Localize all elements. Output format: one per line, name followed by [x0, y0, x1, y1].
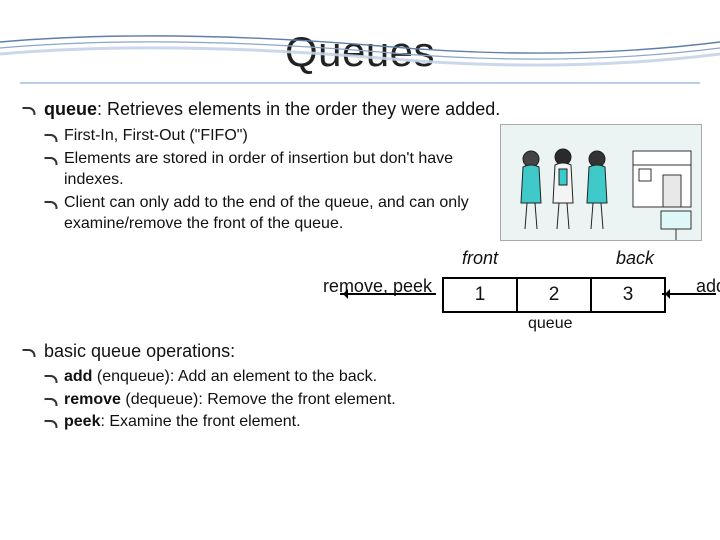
- sub-list-top: First-In, First-Out ("FIFO") Elements ar…: [44, 124, 490, 236]
- queue-illustration: [500, 124, 702, 241]
- kw-add: add: [64, 368, 92, 385]
- queue-def-text: : Retrieves elements in the order they w…: [97, 99, 500, 119]
- op-remove: remove (dequeue): Remove the front eleme…: [44, 390, 702, 411]
- diagram-caption: queue: [528, 314, 573, 335]
- title-underline: [20, 82, 700, 84]
- ops-list: add (enqueue): Add an element to the bac…: [44, 367, 702, 433]
- bullet-basic-ops: basic queue operations:: [22, 340, 702, 363]
- queue-diagram: front back remove, peek add 1 2 3 queue: [22, 247, 720, 337]
- op-peek: peek: Examine the front element.: [44, 412, 702, 433]
- op-add: add (enqueue): Add an element to the bac…: [44, 367, 702, 388]
- queue-cell: 1: [444, 279, 518, 311]
- queue-cell: 3: [592, 279, 664, 311]
- kw-remove: remove: [64, 391, 121, 408]
- queue-cell: 2: [518, 279, 592, 311]
- queue-boxes: 1 2 3: [442, 277, 666, 313]
- op-add-text: (enqueue): Add an element to the back.: [92, 368, 377, 385]
- sub-fifo: First-In, First-Out ("FIFO"): [44, 126, 490, 147]
- front-label: front: [462, 247, 498, 270]
- back-label: back: [616, 247, 654, 270]
- sub-stored: Elements are stored in order of insertio…: [44, 149, 490, 191]
- slide-title: Queues: [0, 28, 720, 76]
- kw-peek: peek: [64, 413, 100, 430]
- arrow-add: [662, 293, 716, 295]
- arrow-remove: [340, 293, 436, 295]
- bullet-queue: queue: Retrieves elements in the order t…: [22, 98, 702, 121]
- sub-client: Client can only add to the end of the qu…: [44, 193, 490, 235]
- kw-queue: queue: [44, 99, 97, 119]
- op-peek-text: : Examine the front element.: [100, 413, 300, 430]
- slide: Queues queue: Retrieves elements in the …: [0, 28, 720, 540]
- content-area: queue: Retrieves elements in the order t…: [0, 98, 720, 433]
- op-remove-text: (dequeue): Remove the front element.: [121, 391, 396, 408]
